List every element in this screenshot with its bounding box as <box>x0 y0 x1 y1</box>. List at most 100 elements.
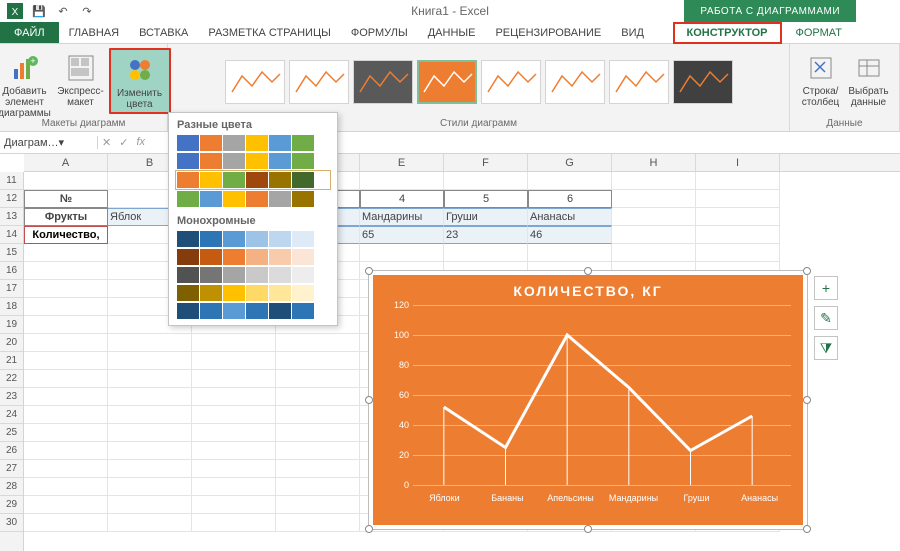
chart-plot-area[interactable]: 020406080100120ЯблокиБананыАпельсиныМанд… <box>413 305 791 485</box>
cell[interactable] <box>276 478 360 496</box>
cell[interactable] <box>276 514 360 532</box>
cell[interactable] <box>192 496 276 514</box>
chart-filters-button[interactable]: ⧩ <box>814 336 838 360</box>
cell[interactable] <box>276 334 360 352</box>
color-scheme-option[interactable] <box>169 267 337 285</box>
col-E[interactable]: E <box>360 154 444 171</box>
cell[interactable] <box>612 244 696 262</box>
row-header[interactable]: 17 <box>0 280 23 298</box>
cell[interactable] <box>192 514 276 532</box>
tab-file[interactable]: ФАЙЛ <box>0 22 59 43</box>
cell[interactable]: Груши <box>444 208 528 226</box>
cell[interactable] <box>696 226 780 244</box>
col-A[interactable]: A <box>24 154 108 171</box>
cell[interactable]: Мандарины <box>360 208 444 226</box>
save-icon[interactable]: 💾 <box>30 2 48 20</box>
row-header[interactable]: 11 <box>0 172 23 190</box>
row-header[interactable]: 15 <box>0 244 23 262</box>
cell[interactable] <box>612 172 696 190</box>
col-H[interactable]: H <box>612 154 696 171</box>
chart-object[interactable]: КОЛИЧЕСТВО, КГ 020406080100120ЯблокиБана… <box>368 270 808 530</box>
cell[interactable] <box>528 244 612 262</box>
cell[interactable] <box>24 424 108 442</box>
color-scheme-option[interactable] <box>169 285 337 303</box>
cell[interactable] <box>276 388 360 406</box>
select-data-button[interactable]: Выбрать данные <box>846 48 892 108</box>
cell[interactable] <box>360 244 444 262</box>
row-header[interactable]: 22 <box>0 370 23 388</box>
cell[interactable]: 65 <box>360 226 444 244</box>
cell[interactable] <box>24 406 108 424</box>
cell[interactable] <box>24 388 108 406</box>
row-header[interactable]: 26 <box>0 442 23 460</box>
tab-chart-design[interactable]: КОНСТРУКТОР <box>673 22 782 44</box>
chart-style-4-selected[interactable] <box>417 60 477 104</box>
cell[interactable] <box>192 370 276 388</box>
cell[interactable] <box>192 424 276 442</box>
cell[interactable] <box>24 262 108 280</box>
cell[interactable] <box>108 352 192 370</box>
row-header[interactable]: 14 <box>0 226 23 244</box>
undo-icon[interactable]: ↶ <box>54 2 72 20</box>
color-scheme-option[interactable] <box>169 231 337 249</box>
cell[interactable] <box>528 172 612 190</box>
cell[interactable]: Количество, кг <box>24 226 108 244</box>
chart-title[interactable]: КОЛИЧЕСТВО, КГ <box>373 275 803 303</box>
cell[interactable] <box>24 478 108 496</box>
cell[interactable] <box>24 352 108 370</box>
cell[interactable]: 6 <box>528 190 612 208</box>
cell[interactable] <box>108 514 192 532</box>
cell[interactable] <box>24 514 108 532</box>
cell[interactable] <box>108 406 192 424</box>
cell[interactable] <box>276 352 360 370</box>
color-scheme-option[interactable] <box>169 135 337 153</box>
cell[interactable] <box>24 496 108 514</box>
chart-style-3[interactable] <box>353 60 413 104</box>
row-header[interactable]: 16 <box>0 262 23 280</box>
cell[interactable] <box>612 226 696 244</box>
cell[interactable] <box>108 388 192 406</box>
color-scheme-option[interactable] <box>169 191 337 209</box>
row-header[interactable]: 18 <box>0 298 23 316</box>
cell[interactable] <box>24 244 108 262</box>
cell[interactable] <box>24 172 108 190</box>
cell[interactable] <box>24 460 108 478</box>
cell[interactable] <box>444 172 528 190</box>
cell[interactable] <box>444 244 528 262</box>
cell[interactable]: 23 <box>444 226 528 244</box>
cell[interactable] <box>276 424 360 442</box>
color-scheme-option[interactable] <box>169 303 337 321</box>
row-header[interactable]: 27 <box>0 460 23 478</box>
chart-style-5[interactable] <box>481 60 541 104</box>
cell[interactable] <box>24 334 108 352</box>
cell[interactable]: 5 <box>444 190 528 208</box>
cell[interactable] <box>276 442 360 460</box>
row-header[interactable]: 20 <box>0 334 23 352</box>
cell[interactable] <box>192 406 276 424</box>
cell[interactable] <box>108 370 192 388</box>
quick-layout-button[interactable]: Экспресс-макет <box>57 48 105 108</box>
cell[interactable] <box>108 496 192 514</box>
col-G[interactable]: G <box>528 154 612 171</box>
chart-style-8[interactable] <box>673 60 733 104</box>
cell[interactable] <box>276 406 360 424</box>
cell[interactable] <box>192 388 276 406</box>
dropdown-icon[interactable]: ▾ <box>59 136 93 149</box>
col-F[interactable]: F <box>444 154 528 171</box>
color-scheme-option[interactable] <box>169 153 337 171</box>
cell[interactable] <box>276 496 360 514</box>
chart-style-7[interactable] <box>609 60 669 104</box>
chart-elements-button[interactable]: + <box>814 276 838 300</box>
cell[interactable] <box>192 442 276 460</box>
cell[interactable] <box>612 208 696 226</box>
chart-style-6[interactable] <box>545 60 605 104</box>
cell[interactable] <box>108 334 192 352</box>
cell[interactable]: 46 <box>528 226 612 244</box>
cell[interactable] <box>696 244 780 262</box>
tab-pagelayout[interactable]: РАЗМЕТКА СТРАНИЦЫ <box>198 22 340 43</box>
row-header[interactable]: 28 <box>0 478 23 496</box>
col-I[interactable]: I <box>696 154 780 171</box>
cell[interactable] <box>24 280 108 298</box>
cell[interactable] <box>276 370 360 388</box>
tab-chart-format[interactable]: ФОРМАТ <box>782 22 857 44</box>
